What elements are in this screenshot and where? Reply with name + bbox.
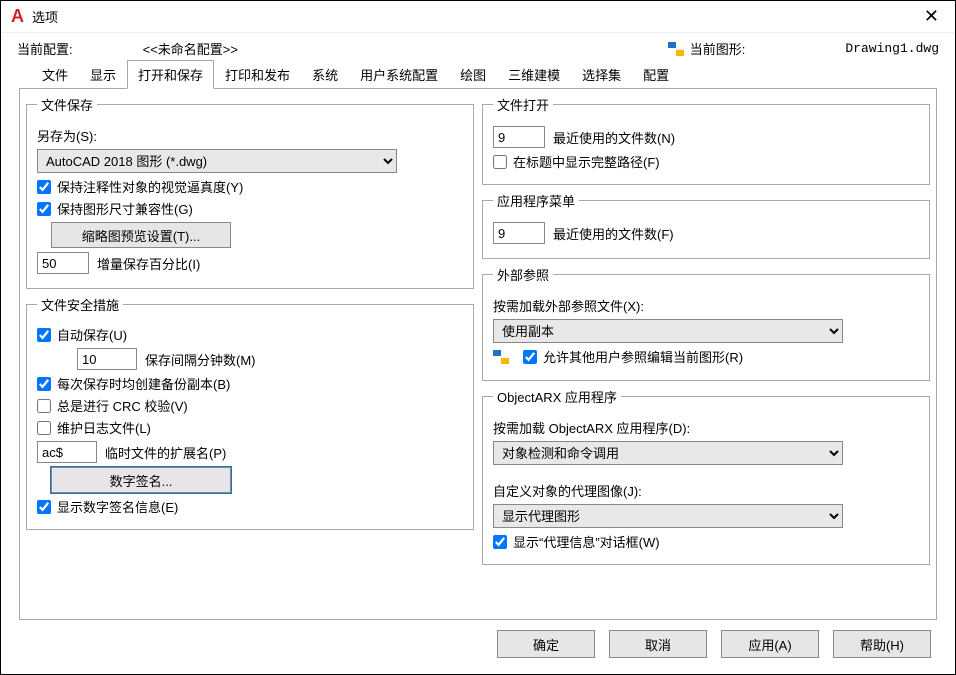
show-proxy-checkbox-row[interactable]: 显示“代理信息”对话框(W) — [493, 532, 919, 551]
interval-input[interactable] — [77, 348, 137, 370]
titlebar: A 选项 ✕ — [1, 1, 955, 33]
window-title: 选项 — [32, 7, 918, 26]
incremental-input[interactable] — [37, 252, 89, 274]
profile-label: 当前配置: — [17, 39, 73, 58]
footer: 确定 取消 应用(A) 帮助(H) — [1, 620, 955, 674]
proxy-image-label: 自定义对象的代理图像(J): — [493, 481, 642, 500]
tab-plot[interactable]: 打印和发布 — [214, 60, 301, 89]
recent-files-label: 最近使用的文件数(N) — [553, 128, 675, 147]
appmenu-recent-input[interactable] — [493, 222, 545, 244]
temp-ext-input[interactable] — [37, 441, 97, 463]
temp-ext-label: 临时文件的扩展名(P) — [105, 443, 226, 462]
legend-file-save: 文件保存 — [37, 95, 97, 114]
right-column: 文件打开 最近使用的文件数(N) 在标题中显示完整路径(F) 应用程序菜单 最近… — [482, 95, 930, 607]
fullpath-checkbox-row[interactable]: 在标题中显示完整路径(F) — [493, 152, 919, 171]
crc-checkbox-row[interactable]: 总是进行 CRC 校验(V) — [37, 396, 463, 415]
profile-name: <<未命名配置>> — [143, 39, 238, 58]
xref-demand-select[interactable]: 使用副本 — [493, 319, 843, 343]
apply-button[interactable]: 应用(A) — [721, 630, 819, 658]
tab-profiles[interactable]: 配置 — [632, 60, 680, 89]
show-proxy-checkbox[interactable] — [493, 535, 507, 549]
fullpath-label: 在标题中显示完整路径(F) — [513, 152, 660, 171]
appmenu-recent-label: 最近使用的文件数(F) — [553, 224, 674, 243]
save-as-select[interactable]: AutoCAD 2018 图形 (*.dwg) — [37, 149, 397, 173]
group-file-save: 文件保存 另存为(S): AutoCAD 2018 图形 (*.dwg) 保持注… — [26, 95, 474, 289]
drawing-size-checkbox-row[interactable]: 保持图形尺寸兼容性(G) — [37, 199, 463, 218]
autosave-label: 自动保存(U) — [57, 325, 127, 344]
drawing-size-label: 保持图形尺寸兼容性(G) — [57, 199, 193, 218]
arx-demand-select[interactable]: 对象检测和命令调用 — [493, 441, 843, 465]
group-file-safety: 文件安全措施 自动保存(U) 保存间隔分钟数(M) 每次保存时均创建备份副本(B… — [26, 295, 474, 530]
tab-selection[interactable]: 选择集 — [571, 60, 632, 89]
group-xref: 外部参照 按需加载外部参照文件(X): 使用副本 允许其他用户参照编辑当前图形(… — [482, 265, 930, 381]
tab-3d-modeling[interactable]: 三维建模 — [497, 60, 571, 89]
drawing-size-checkbox[interactable] — [37, 202, 51, 216]
crc-label: 总是进行 CRC 校验(V) — [57, 396, 188, 415]
allow-edit-checkbox[interactable] — [523, 350, 537, 364]
legend-objectarx: ObjectARX 应用程序 — [493, 387, 621, 406]
recent-files-input[interactable] — [493, 126, 545, 148]
backup-checkbox-row[interactable]: 每次保存时均创建备份副本(B) — [37, 374, 463, 393]
header-row: 当前配置: <<未命名配置>> 当前图形: Drawing1.dwg — [1, 33, 955, 60]
interval-label: 保存间隔分钟数(M) — [145, 350, 256, 369]
options-dialog: A 选项 ✕ 当前配置: <<未命名配置>> 当前图形: Drawing1.dw… — [0, 0, 956, 675]
proxy-image-select[interactable]: 显示代理图形 — [493, 504, 843, 528]
legend-app-menu: 应用程序菜单 — [493, 191, 579, 210]
app-logo-icon: A — [11, 6, 24, 27]
autosave-checkbox[interactable] — [37, 328, 51, 342]
tab-display[interactable]: 显示 — [79, 60, 127, 89]
legend-file-open: 文件打开 — [493, 95, 553, 114]
show-digsig-checkbox-row[interactable]: 显示数字签名信息(E) — [37, 497, 463, 516]
allow-edit-label: 允许其他用户参照编辑当前图形(R) — [543, 347, 743, 366]
group-file-open: 文件打开 最近使用的文件数(N) 在标题中显示完整路径(F) — [482, 95, 930, 185]
annotative-checkbox[interactable] — [37, 180, 51, 194]
left-column: 文件保存 另存为(S): AutoCAD 2018 图形 (*.dwg) 保持注… — [26, 95, 474, 607]
log-label: 维护日志文件(L) — [57, 418, 151, 437]
ok-button[interactable]: 确定 — [497, 630, 595, 658]
legend-xref: 外部参照 — [493, 265, 553, 284]
tab-drafting[interactable]: 绘图 — [449, 60, 497, 89]
cancel-button[interactable]: 取消 — [609, 630, 707, 658]
show-digsig-checkbox[interactable] — [37, 500, 51, 514]
tab-system[interactable]: 系统 — [301, 60, 349, 89]
autosave-checkbox-row[interactable]: 自动保存(U) — [37, 325, 463, 344]
tab-user-pref[interactable]: 用户系统配置 — [349, 60, 449, 89]
show-digsig-label: 显示数字签名信息(E) — [57, 497, 178, 516]
backup-label: 每次保存时均创建备份副本(B) — [57, 374, 230, 393]
drawing-label: 当前图形: — [690, 39, 746, 58]
log-checkbox-row[interactable]: 维护日志文件(L) — [37, 418, 463, 437]
backup-checkbox[interactable] — [37, 377, 51, 391]
xref-demand-label: 按需加载外部参照文件(X): — [493, 296, 644, 315]
legend-file-safety: 文件安全措施 — [37, 295, 123, 314]
fullpath-checkbox[interactable] — [493, 155, 507, 169]
save-as-label: 另存为(S): — [37, 126, 97, 145]
close-icon[interactable]: ✕ — [918, 6, 945, 27]
digital-signature-button[interactable]: 数字签名... — [51, 467, 231, 493]
help-button[interactable]: 帮助(H) — [833, 630, 931, 658]
incremental-label: 增量保存百分比(I) — [97, 254, 200, 273]
log-checkbox[interactable] — [37, 421, 51, 435]
allow-edit-checkbox-row[interactable]: 允许其他用户参照编辑当前图形(R) — [523, 347, 743, 366]
tab-file[interactable]: 文件 — [31, 60, 79, 89]
tabs: 文件 显示 打开和保存 打印和发布 系统 用户系统配置 绘图 三维建模 选择集 … — [1, 60, 955, 88]
dwg-icon — [493, 350, 509, 364]
crc-checkbox[interactable] — [37, 399, 51, 413]
thumbnail-button[interactable]: 缩略图预览设置(T)... — [51, 222, 231, 248]
show-proxy-label: 显示“代理信息”对话框(W) — [513, 532, 660, 551]
arx-demand-label: 按需加载 ObjectARX 应用程序(D): — [493, 418, 690, 437]
tab-open-save[interactable]: 打开和保存 — [127, 60, 214, 89]
group-objectarx: ObjectARX 应用程序 按需加载 ObjectARX 应用程序(D): 对… — [482, 387, 930, 565]
dwg-icon — [668, 42, 684, 56]
tab-panel: 文件保存 另存为(S): AutoCAD 2018 图形 (*.dwg) 保持注… — [19, 88, 937, 620]
annotative-checkbox-row[interactable]: 保持注释性对象的视觉逼真度(Y) — [37, 177, 463, 196]
annotative-label: 保持注释性对象的视觉逼真度(Y) — [57, 177, 243, 196]
drawing-name: Drawing1.dwg — [845, 41, 939, 56]
group-app-menu: 应用程序菜单 最近使用的文件数(F) — [482, 191, 930, 259]
